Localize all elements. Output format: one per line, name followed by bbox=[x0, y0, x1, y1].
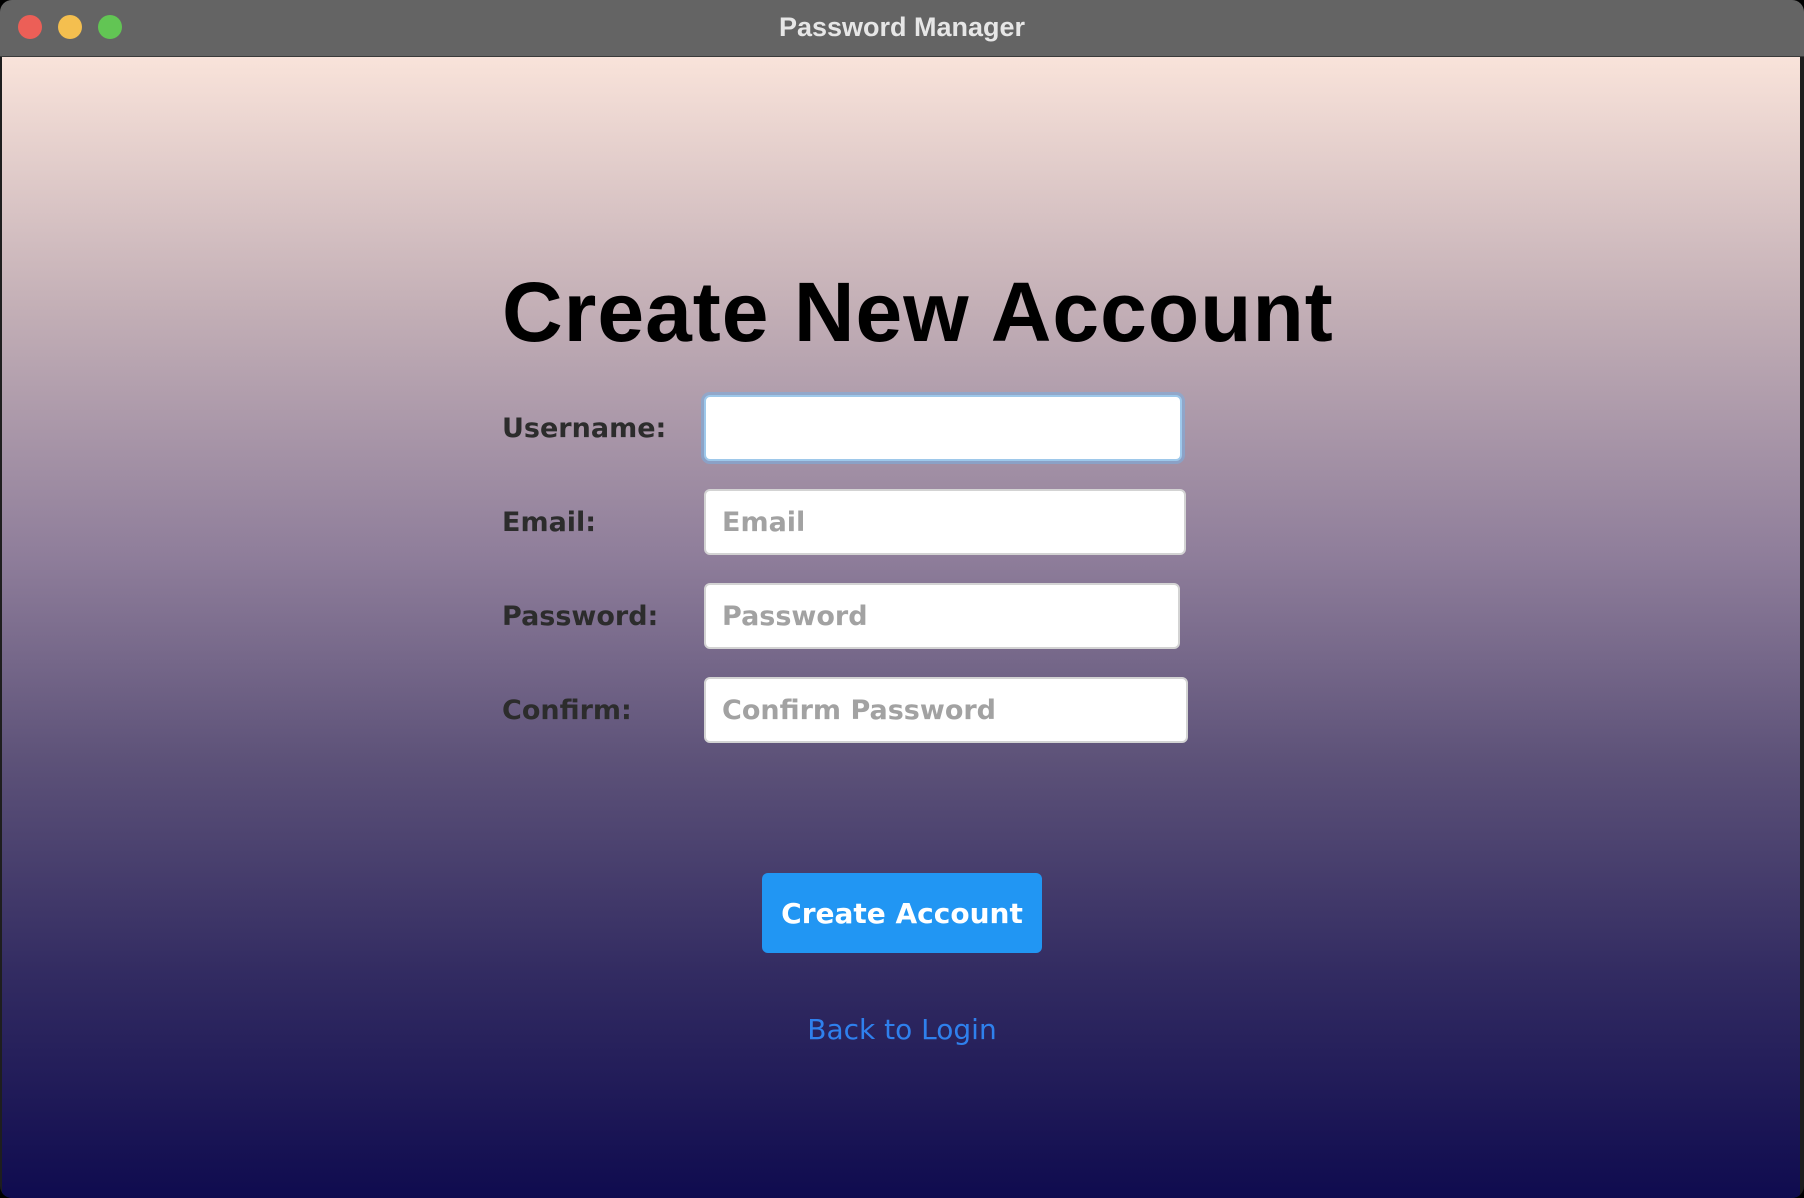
back-to-login-link[interactable]: Back to Login bbox=[702, 1005, 1102, 1055]
username-input[interactable] bbox=[704, 395, 1182, 461]
app-window: Password Manager Create New Account User… bbox=[0, 0, 1804, 1198]
confirm-password-label: Confirm: bbox=[502, 695, 632, 726]
password-input[interactable] bbox=[704, 583, 1180, 649]
window-title: Password Manager bbox=[778, 12, 1026, 42]
title-bar: Password Manager bbox=[0, 0, 1804, 57]
email-input[interactable] bbox=[704, 489, 1186, 555]
create-account-button[interactable]: Create Account bbox=[762, 873, 1042, 953]
create-account-panel: Create New Account Username: Email: Pass… bbox=[2, 57, 1800, 1198]
username-label: Username: bbox=[502, 413, 667, 444]
password-label: Password: bbox=[502, 601, 659, 632]
email-label: Email: bbox=[502, 507, 597, 538]
page-title: Create New Account bbox=[502, 265, 1334, 359]
confirm-password-input[interactable] bbox=[704, 677, 1188, 743]
